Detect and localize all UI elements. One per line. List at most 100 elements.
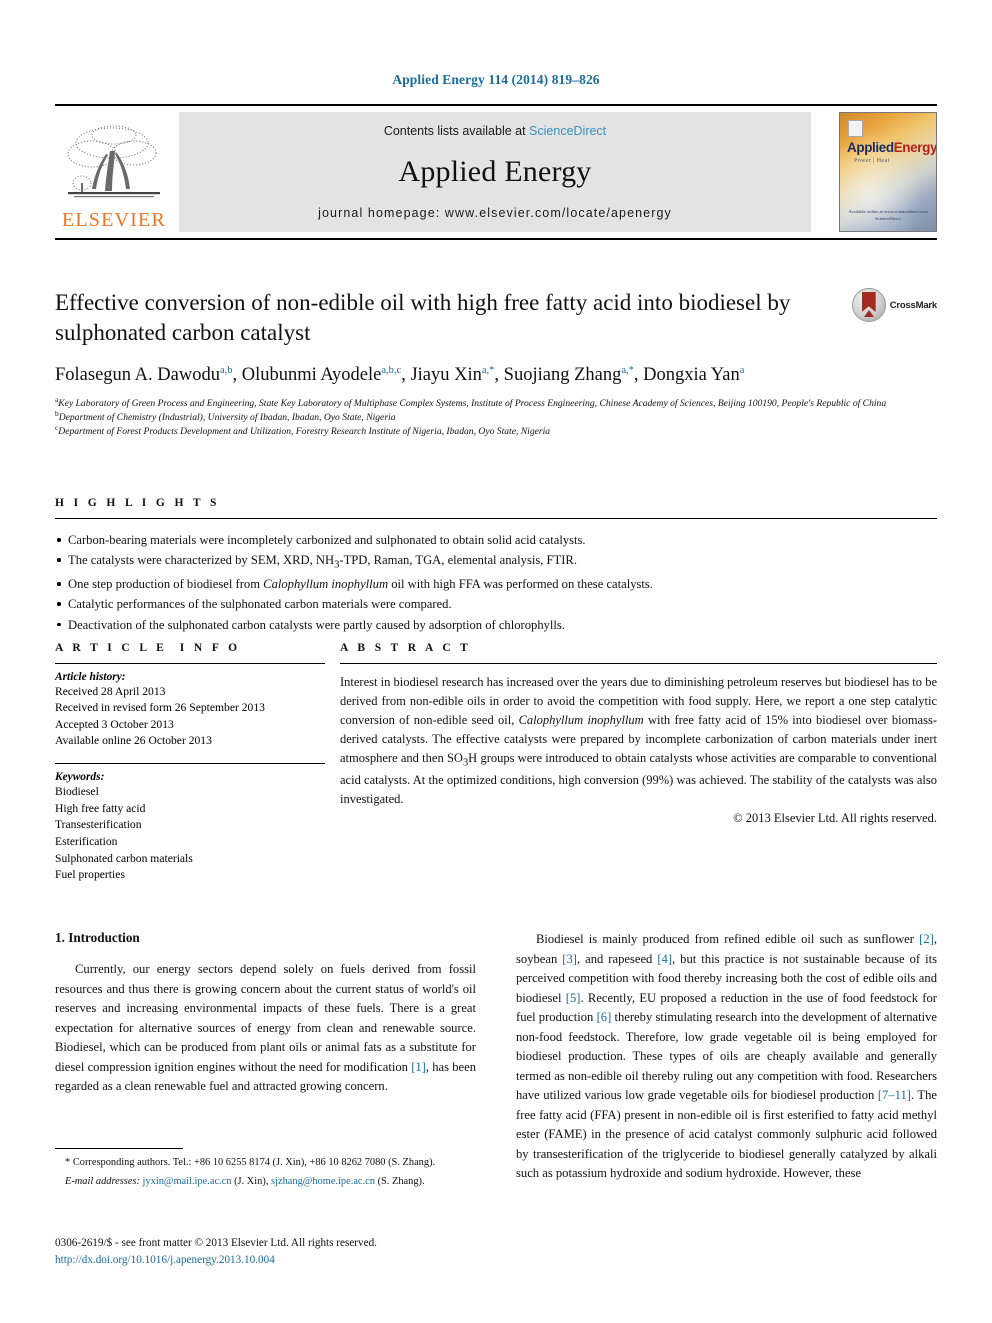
- cover-title: AppliedEnergy: [847, 140, 937, 155]
- species-name: Calophyllum inophyllum: [263, 576, 389, 591]
- crossmark-label: CrossMark: [889, 299, 938, 311]
- citation-ref[interactable]: [5]: [566, 991, 581, 1005]
- journal-banner: Contents lists available at ScienceDirec…: [179, 112, 811, 232]
- article-history-list: Received 28 April 2013 Received in revise…: [55, 684, 325, 750]
- author-affiliation-mark: a,b: [219, 364, 233, 376]
- highlight-item: Deactivation of the sulphonated carbon c…: [55, 615, 937, 635]
- journal-homepage[interactable]: journal homepage: www.elsevier.com/locat…: [318, 206, 672, 220]
- affiliation-item: aKey Laboratory of Green Process and Eng…: [55, 395, 937, 411]
- author-name: Olubunmi Ayodele: [241, 364, 382, 385]
- keyword-item: Biodiesel: [55, 784, 99, 798]
- citation-ref[interactable]: [3]: [562, 952, 577, 966]
- author-name: Jiayu Xin: [410, 364, 482, 385]
- citation-ref[interactable]: [1]: [411, 1060, 426, 1074]
- abstract-copyright: © 2013 Elsevier Ltd. All rights reserved…: [733, 811, 937, 826]
- author-affiliation-mark: a,*: [621, 364, 634, 376]
- citation-ref[interactable]: [7–11]: [878, 1088, 911, 1102]
- corresponding-author-note: * Corresponding authors. Tel.: +86 10 62…: [55, 1155, 476, 1170]
- email-label: E-mail addresses:: [65, 1176, 140, 1188]
- keyword-item: Transesterification: [55, 818, 142, 832]
- corresponding-marker: *: [65, 1157, 71, 1168]
- citation-ref[interactable]: [4]: [657, 952, 672, 966]
- journal-masthead: ELSEVIER Contents lists available at Sci…: [55, 104, 937, 232]
- email-link-1[interactable]: jyxin@mail.ipe.ac.cn: [143, 1176, 232, 1187]
- body-column-left: 1. Introduction Currently, our energy se…: [55, 930, 476, 1184]
- page-title: Effective conversion of non-edible oil w…: [55, 290, 791, 346]
- highlights-rule: [55, 518, 937, 519]
- keyword-item: Sulphonated carbon materials: [55, 851, 193, 865]
- corresponding-text: Corresponding authors. Tel.: +86 10 6255…: [72, 1157, 436, 1168]
- doi-link[interactable]: http://dx.doi.org/10.1016/j.apenergy.201…: [55, 1252, 555, 1269]
- article-history-label: Article history:: [55, 671, 126, 683]
- highlight-item: The catalysts were characterized by SEM,…: [55, 550, 937, 574]
- sciencedirect-link[interactable]: ScienceDirect: [529, 124, 606, 138]
- citation-ref[interactable]: [6]: [597, 1010, 612, 1024]
- article-info-divider: [55, 762, 325, 764]
- article-history-item: Available online 26 October 2013: [55, 734, 212, 748]
- journal-title: Applied Energy: [398, 155, 592, 188]
- author-affiliation-mark: a,*: [481, 364, 495, 376]
- article-info-rule: [55, 663, 325, 664]
- journal-article-page: Applied Energy 114 (2014) 819–826 ELSEVI…: [0, 0, 992, 1323]
- author-name: Folasegun A. Dawodu: [55, 364, 220, 385]
- affiliation-item: cDepartment of Forest Products Developme…: [55, 424, 937, 439]
- journal-cover-thumbnail: AppliedEnergy Power | Heat Available onl…: [819, 112, 937, 232]
- author-list: Folasegun A. Dawodua,b, Olubunmi Ayodele…: [55, 364, 745, 385]
- front-matter-line: 0306-2619/$ - see front matter © 2013 El…: [55, 1237, 377, 1249]
- body-column-right: Biodiesel is mainly produced from refine…: [516, 930, 937, 1184]
- cover-title-applied: Applied: [847, 140, 894, 155]
- article-history-item: Accepted 3 October 2013: [55, 717, 174, 731]
- article-history-item: Received 28 April 2013: [55, 685, 166, 698]
- cover-subtitle: Power | Heat: [854, 158, 890, 164]
- highlight-item: Carbon-bearing materials were incomplete…: [55, 530, 937, 550]
- introduction-paragraph-1: Currently, our energy sectors depend sol…: [55, 960, 476, 1097]
- cover-footer-line1: Available online at www.sciencedirect.co…: [848, 209, 928, 215]
- subscript: 3: [462, 757, 469, 769]
- introduction-paragraph-2: Biodiesel is mainly produced from refine…: [516, 932, 937, 1181]
- author-affiliation-mark: a: [739, 364, 745, 376]
- email-owner-2: (S. Zhang).: [377, 1176, 425, 1188]
- affiliation-text: Department of Forest Products Developmen…: [58, 426, 551, 438]
- highlights-list: Carbon-bearing materials were incomplete…: [55, 530, 937, 635]
- crossmark-icon: [851, 288, 886, 322]
- highlights-section: H I G H L I G H T S Carbon-bearing mater…: [55, 497, 937, 635]
- elsevier-logo: ELSEVIER: [55, 112, 173, 232]
- highlights-heading: H I G H L I G H T S: [55, 497, 220, 509]
- title-block: CrossMark Effective conversion of non-ed…: [55, 288, 937, 439]
- affiliation-text: Department of Chemistry (Industrial), Un…: [58, 411, 396, 423]
- masthead-bottom-rule: [55, 238, 937, 240]
- elsevier-wordmark: ELSEVIER: [61, 209, 167, 231]
- author-affiliation-mark: a,b,c: [381, 364, 402, 376]
- affiliation-item: bDepartment of Chemistry (Industrial), U…: [55, 410, 937, 425]
- abstract-species: Calophyllum inophyllum: [518, 713, 644, 727]
- keywords-label: Keywords:: [55, 770, 105, 783]
- cover-image: AppliedEnergy Power | Heat Available onl…: [839, 112, 937, 232]
- author-name: Dongxia Yan: [643, 364, 740, 385]
- intro-left-a: Currently, our energy sectors depend sol…: [55, 962, 476, 1074]
- article-info-heading: A R T I C L E I N F O: [55, 642, 241, 654]
- email-link-2[interactable]: sjzhang@home.ipe.ac.cn: [271, 1176, 375, 1187]
- keyword-item: High free fatty acid: [55, 801, 146, 815]
- body-columns: 1. Introduction Currently, our energy se…: [55, 930, 937, 1184]
- introduction-heading: 1. Introduction: [55, 930, 140, 945]
- article-info-section: A R T I C L E I N F O Article history: R…: [55, 642, 325, 884]
- article-history-item: Received in revised form 26 September 20…: [55, 701, 265, 715]
- email-owner-1: (J. Xin): [234, 1176, 266, 1188]
- abstract-section: A B S T R A C T Interest in biodiesel re…: [340, 642, 937, 826]
- cover-footer-line2: ScienceDirect: [875, 216, 901, 222]
- highlight-item: One step production of biodiesel from Ca…: [55, 574, 937, 594]
- highlight-item: Catalytic performances of the sulphonate…: [55, 594, 937, 614]
- abstract-heading: A B S T R A C T: [340, 642, 472, 654]
- footnote-rule: [55, 1148, 183, 1149]
- citation-ref[interactable]: [2]: [919, 932, 934, 946]
- keywords-list: Biodiesel High free fatty acid Transesteri…: [55, 784, 325, 884]
- cover-title-energy: Energy: [893, 140, 937, 155]
- keyword-item: Fuel properties: [55, 868, 125, 882]
- author-name: Suojiang Zhang: [503, 364, 622, 385]
- crossmark-badge-group[interactable]: CrossMark: [851, 288, 938, 322]
- elsevier-tree-icon: [67, 125, 160, 198]
- keyword-item: Esterification: [55, 834, 118, 848]
- subscript: 3: [334, 559, 340, 571]
- affiliation-list: aKey Laboratory of Green Process and Eng…: [55, 395, 937, 440]
- running-head: Applied Energy 114 (2014) 819–826: [392, 72, 600, 87]
